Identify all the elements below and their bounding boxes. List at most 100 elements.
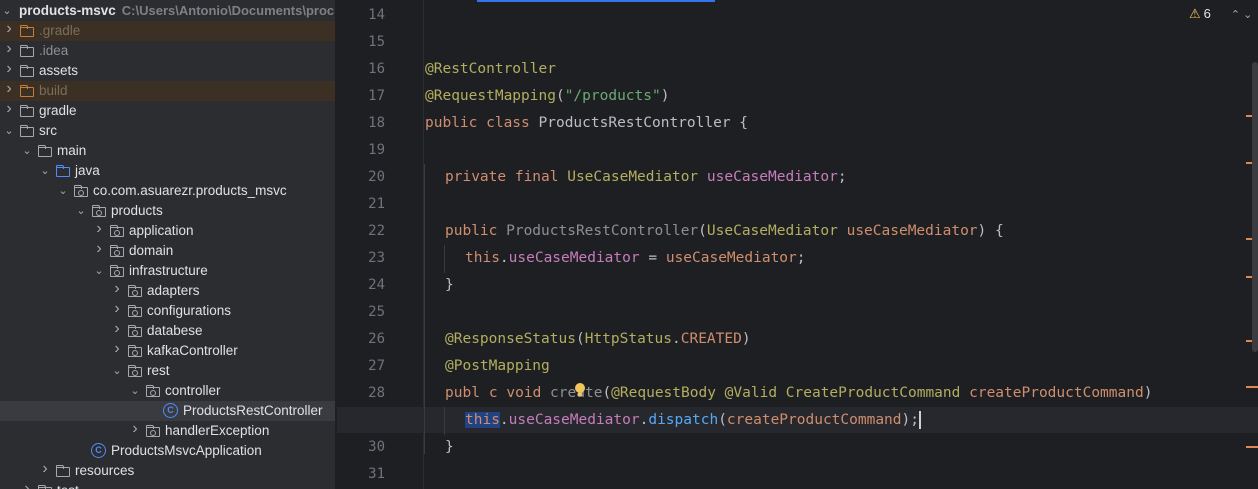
chevron-right-icon[interactable]: › xyxy=(2,101,16,117)
tree-item-label: adapters xyxy=(147,283,200,298)
package-icon xyxy=(145,384,161,398)
folder-icon xyxy=(19,44,35,58)
error-stripe-mark[interactable] xyxy=(1246,446,1258,448)
tree-item-main[interactable]: ⌄ main xyxy=(0,141,335,161)
chevron-right-icon[interactable]: › xyxy=(2,41,16,57)
tree-item-build[interactable]: › build xyxy=(0,81,335,101)
package-icon xyxy=(145,424,161,438)
code-line-18[interactable]: public class ProductsRestController { xyxy=(425,110,748,137)
tree-item-configurations[interactable]: › configurations xyxy=(0,301,335,321)
keyword: this xyxy=(465,250,500,266)
code-area[interactable]: @RestController @RequestMapping("/produc… xyxy=(424,0,1258,489)
type-name: CreateProductCommand xyxy=(785,385,970,401)
line-number: 24 xyxy=(368,277,385,293)
tree-item-productsmsvcapplication[interactable]: C ProductsMsvcApplication xyxy=(0,441,335,461)
line-number: 31 xyxy=(368,466,385,482)
code-line-22[interactable]: public ProductsRestController(UseCaseMed… xyxy=(445,218,1004,245)
tree-root-project[interactable]: ⌄ products-msvc C:\Users\Antonio\Document… xyxy=(0,1,335,21)
tree-item-label: test xyxy=(57,483,79,489)
code-line-27[interactable]: @PostMapping xyxy=(445,353,550,380)
line-number: 28 xyxy=(368,385,385,401)
chevron-down-icon[interactable]: ⌄ xyxy=(38,163,52,179)
chevron-right-icon[interactable]: › xyxy=(38,461,52,477)
tree-item-label: handlerException xyxy=(165,423,270,438)
tree-item-src[interactable]: ⌄ src xyxy=(0,121,335,141)
chevron-right-icon[interactable]: › xyxy=(20,481,34,489)
tree-item-databese[interactable]: › databese xyxy=(0,321,335,341)
chevron-right-icon[interactable]: › xyxy=(128,421,142,437)
annotation: @RequestBody xyxy=(611,385,725,401)
class-icon: C xyxy=(163,403,179,418)
tree-item-test[interactable]: › test xyxy=(0,481,335,489)
string-literal: "/products" xyxy=(564,88,661,104)
code-line-20[interactable]: private final UseCaseMediator useCaseMed… xyxy=(445,164,847,191)
tree-item-label: gradle xyxy=(39,103,77,118)
error-stripe-mark[interactable] xyxy=(1246,386,1258,388)
chevron-down-icon[interactable]: ⌄ xyxy=(20,143,34,159)
code-line-23[interactable]: this.useCaseMediator = useCaseMediator; xyxy=(465,245,806,272)
tree-item-label: products xyxy=(111,203,163,218)
chevron-down-icon[interactable]: ⌄ xyxy=(128,383,142,399)
tree-item-java[interactable]: ⌄ java xyxy=(0,161,335,181)
parameter-name: createProductCommand xyxy=(969,385,1144,401)
lightbulb-icon[interactable] xyxy=(574,383,586,397)
code-line-29[interactable]: this.useCaseMediator.dispatch(createProd… xyxy=(465,407,921,434)
keyword: private final xyxy=(445,169,568,185)
tree-item-application[interactable]: › application xyxy=(0,221,335,241)
tree-item-productsrestcontroller[interactable]: C ProductsRestController xyxy=(0,401,335,421)
tree-item-adapters[interactable]: › adapters xyxy=(0,281,335,301)
field-name: useCaseMediator xyxy=(508,412,640,428)
tree-item-handlerexception[interactable]: › handlerException xyxy=(0,421,335,441)
chevron-right-icon[interactable]: › xyxy=(2,61,16,77)
tree-item-assets[interactable]: › assets xyxy=(0,61,335,81)
tree-item-gradle[interactable]: › gradle xyxy=(0,101,335,121)
tree-item-label: ProductsRestController xyxy=(183,403,323,418)
code-line-26[interactable]: @ResponseStatus(HttpStatus.CREATED) xyxy=(445,326,751,353)
tree-item-label: configurations xyxy=(147,303,232,318)
chevron-down-icon[interactable]: ⌄ xyxy=(74,203,88,219)
chevron-right-icon[interactable]: › xyxy=(110,321,124,337)
code-line-16[interactable]: @RestController xyxy=(425,56,556,83)
tree-item-idea[interactable]: › .idea xyxy=(0,41,335,61)
dot: . xyxy=(672,331,681,347)
navigate-arrows-icon[interactable]: ⌃ ⌄ xyxy=(1231,9,1253,21)
tree-item-rest[interactable]: ⌄ rest xyxy=(0,361,335,381)
package-icon xyxy=(109,224,125,238)
code-line-30[interactable]: } xyxy=(445,434,454,461)
line-number: 14 xyxy=(368,7,385,23)
chevron-down-icon[interactable]: ⌄ xyxy=(92,263,106,279)
annotation: @ResponseStatus xyxy=(445,331,576,347)
code-editor[interactable]: 141516171819202122232425262728293031 @Re… xyxy=(337,0,1258,489)
chevron-down-icon[interactable]: ⌄ xyxy=(110,363,124,379)
tree-item-products[interactable]: ⌄ products xyxy=(0,201,335,221)
editor-scrollbar[interactable] xyxy=(1252,62,1258,352)
tree-item-domain[interactable]: › domain xyxy=(0,241,335,261)
chevron-right-icon[interactable]: › xyxy=(2,81,16,97)
code-line-24[interactable]: } xyxy=(445,272,454,299)
chevron-down-icon[interactable]: ⌄ xyxy=(56,183,70,199)
tree-item-gradle[interactable]: › .gradle xyxy=(0,21,335,41)
tree-item-controller[interactable]: ⌄ controller xyxy=(0,381,335,401)
chevron-right-icon[interactable]: › xyxy=(2,21,16,37)
chevron-right-icon[interactable]: › xyxy=(92,221,106,237)
semicolon: ; xyxy=(837,169,847,185)
project-name: products-msvc xyxy=(19,3,116,18)
code-line-17[interactable]: @RequestMapping("/products") xyxy=(425,83,669,110)
chevron-right-icon[interactable]: › xyxy=(110,281,124,297)
keyword: void xyxy=(506,385,551,401)
package-icon xyxy=(127,324,143,338)
chevron-right-icon[interactable]: › xyxy=(110,341,124,357)
tree-item-infrastructure[interactable]: ⌄ infrastructure xyxy=(0,261,335,281)
inspection-widget[interactable]: ⚠ 6 ⌃ ⌄ xyxy=(1189,6,1252,22)
tree-item-co-com-asuarezr-products-msvc[interactable]: ⌄ co.com.asuarezr.products_msvc xyxy=(0,181,335,201)
tree-item-resources[interactable]: › resources xyxy=(0,461,335,481)
code-line-28[interactable]: publ c void create(@RequestBody @Valid Cr… xyxy=(445,380,1152,407)
chevron-right-icon[interactable]: › xyxy=(92,241,106,257)
tree-item-kafkacontroller[interactable]: › kafkaController xyxy=(0,341,335,361)
chevron-right-icon[interactable]: › xyxy=(110,301,124,317)
annotation: @RestController xyxy=(425,61,556,77)
tree-item-label: .gradle xyxy=(39,23,81,38)
tree-item-label: domain xyxy=(129,243,174,258)
chevron-down-icon[interactable]: ⌄ xyxy=(2,123,16,139)
chevron-down-icon[interactable]: ⌄ xyxy=(0,3,14,19)
